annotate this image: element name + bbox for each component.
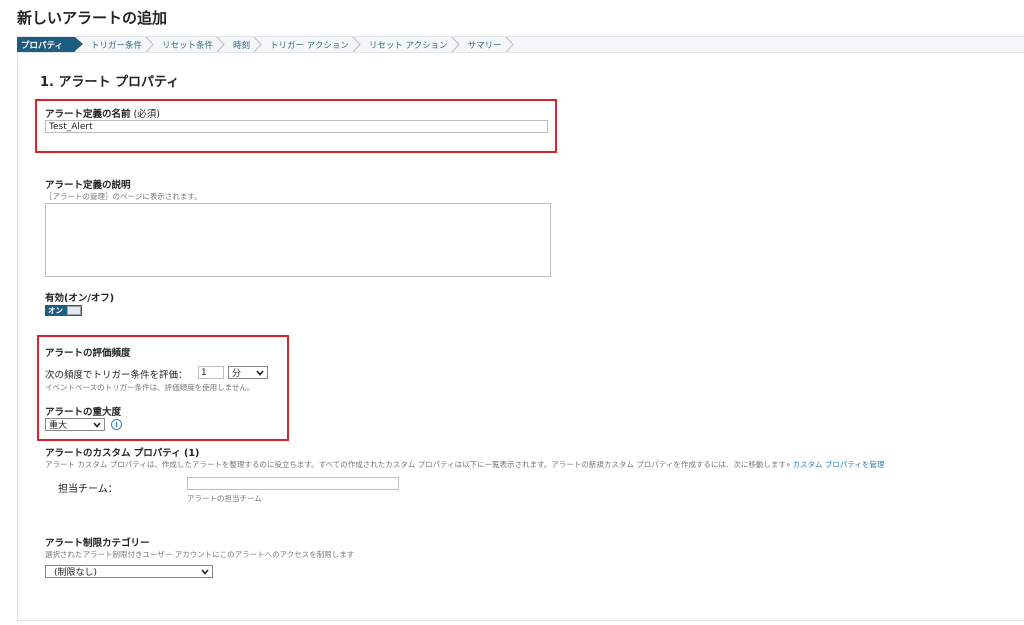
wizard-step-summary[interactable]: サマリー [460,37,514,52]
chevron-down-icon [93,421,101,428]
chevron-right-icon [216,37,225,52]
wizard-step-trigger-actions[interactable]: トリガー アクション [262,37,361,52]
frequency-unit-value: 分 [232,369,242,379]
severity-select[interactable]: 重大 [45,418,105,431]
wizard-step-label: リセット アクション [368,40,448,51]
chevron-right-icon [253,37,262,52]
wizard-step-label: リセット条件 [162,40,214,51]
custom-properties-hint-text: アラート カスタム プロパティは、作成したアラートを整理するのに役立ちます。すべ… [45,460,791,469]
form-panel: 1. アラート プロパティ アラート定義の名前(必須) アラート定義の説明 ［ア… [17,53,1024,621]
chevron-down-icon [201,568,209,575]
manage-custom-properties-link[interactable]: カスタム プロパティを管理 [792,460,884,469]
alert-name-input[interactable] [45,120,548,133]
info-icon[interactable]: i [111,419,122,430]
chevron-right-icon [451,37,460,52]
custom-properties-label: アラートのカスタム プロパティ (1) [45,448,200,459]
chevron-right-icon [505,37,514,52]
wizard-step-properties[interactable]: プロパティ [17,37,83,52]
section-title: 1. アラート プロパティ [40,75,180,90]
team-hint: アラートの担当チーム [187,494,262,503]
page-title: 新しいアラートの追加 [17,9,168,27]
wizard-step-reset-conditions[interactable]: リセット条件 [154,37,225,52]
restriction-value: (制限なし) [54,568,98,578]
description-label: アラート定義の説明 [45,180,131,191]
frequency-hint: イベントベースのトリガー条件は、評価頻度を使用しません。 [45,383,255,392]
wizard-step-reset-actions[interactable]: リセット アクション [361,37,460,52]
custom-properties-hint: アラート カスタム プロパティは、作成したアラートを整理するのに役立ちます。すべ… [45,459,884,470]
wizard-step-label: トリガー アクション [270,40,349,51]
chevron-right-icon [145,37,154,52]
toggle-knob [67,306,81,315]
wizard-step-label: サマリー [467,40,502,51]
description-textarea[interactable] [45,203,551,277]
name-label-text: アラート定義の名前 [45,109,131,120]
restriction-hint: 選択されたアラート制限付きユーザー アカウントにこのアラートへのアクセスを制限し… [45,550,355,559]
toggle-state-label: オン [48,306,63,315]
wizard-step-label: トリガー条件 [91,40,143,51]
restriction-select[interactable]: (制限なし) [45,565,213,578]
frequency-value-input[interactable] [198,366,224,379]
frequency-prompt: 次の頻度でトリガー条件を評価： [45,370,188,381]
frequency-label: アラートの評価頻度 [45,348,131,359]
chevron-down-icon [256,369,264,376]
team-label: 担当チーム： [58,484,118,495]
wizard-step-time[interactable]: 時刻 [225,37,262,52]
name-label: アラート定義の名前 (必須) [45,106,160,120]
wizard-step-trigger-conditions[interactable]: トリガー条件 [83,37,154,52]
restriction-label: アラート制限カテゴリー [45,538,150,549]
severity-value: 重大 [49,421,68,431]
frequency-unit-select[interactable]: 分 [228,366,268,379]
enabled-toggle[interactable]: オン [45,305,82,316]
chevron-right-icon [352,37,361,52]
wizard-step-label: 時刻 [233,40,251,51]
required-marker: (必須) [133,109,160,120]
severity-label: アラートの重大度 [45,407,122,418]
description-hint: ［アラートの管理］のページに表示されます。 [45,192,202,201]
wizard-step-label: プロパティ [21,40,63,51]
wizard-steps: プロパティ トリガー条件 リセット条件 時刻 トリガー アクション リセット ア… [17,36,1024,53]
enabled-label: 有効(オン/オフ) [45,293,115,304]
team-input[interactable] [187,477,399,490]
